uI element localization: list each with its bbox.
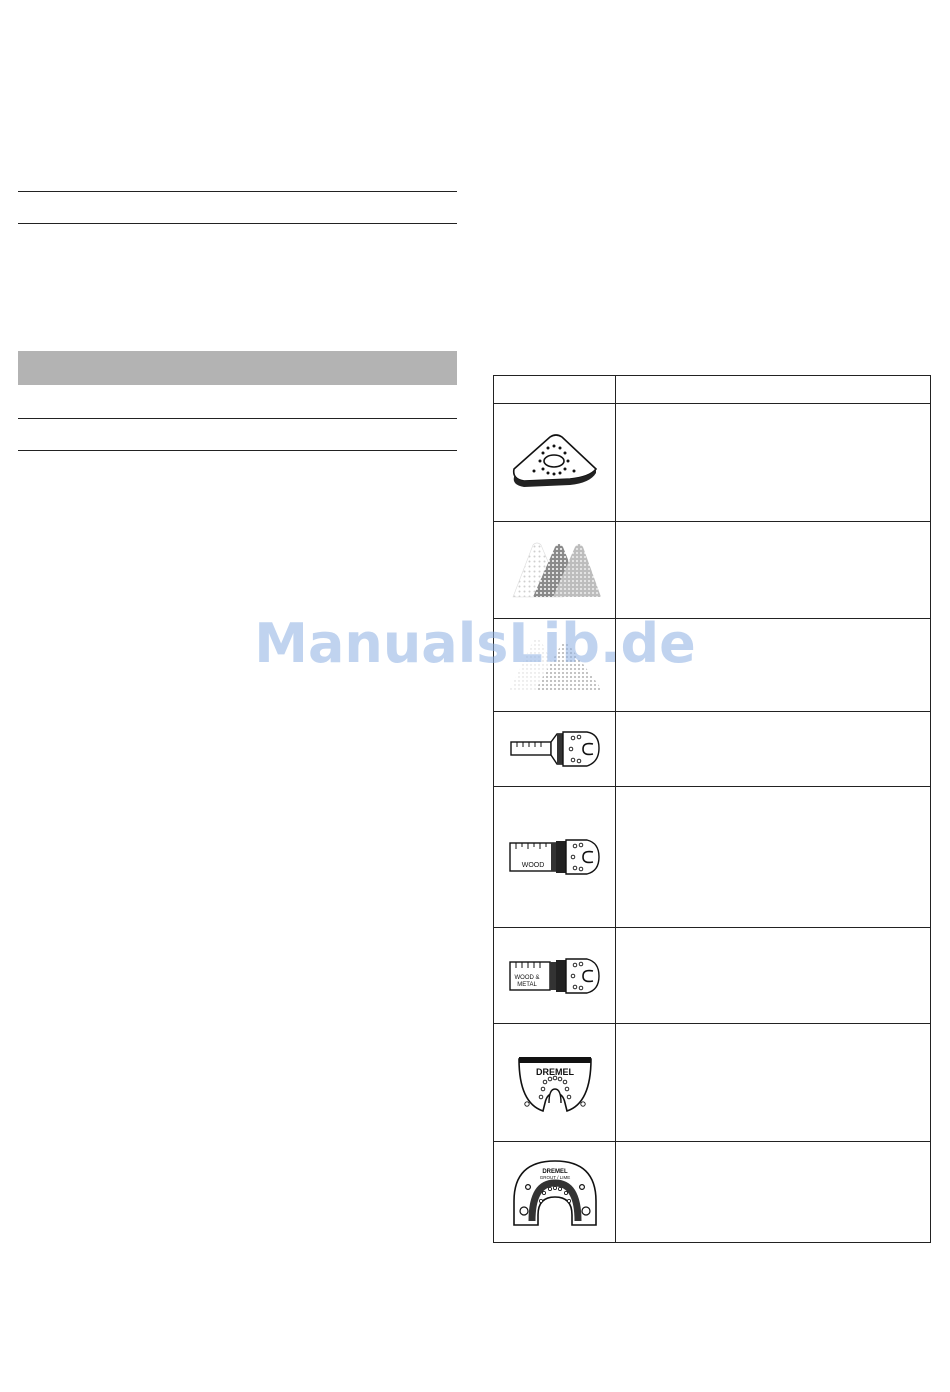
table-cell-image: [493, 711, 616, 787]
sanding-sheets-icon: [512, 542, 601, 598]
table-cell-image: WOOD & METAL: [493, 927, 616, 1024]
dremel-label: DREMEL: [536, 1067, 575, 1077]
wood-metal-label-1: WOOD &: [514, 975, 539, 981]
wood-metal-plunge-blade-icon: WOOD & METAL: [508, 957, 600, 994]
divider-line-2: [18, 223, 457, 224]
table-cell-description: [615, 521, 931, 619]
wood-plunge-blade-icon: WOOD: [508, 839, 600, 875]
wood-label: WOOD: [521, 862, 544, 869]
table-header-description: [615, 375, 931, 404]
table-row: DREMEL GROUT / LIME: [493, 1141, 931, 1243]
table-cell-description: [615, 1141, 931, 1243]
table-cell-description: [615, 711, 931, 787]
table-cell-description: [615, 1023, 931, 1142]
table-cell-description: [615, 403, 931, 522]
table-cell-image: DREMEL GROUT / LIME: [493, 1141, 616, 1243]
table-header-row: [493, 375, 931, 404]
table-row: WOOD: [493, 786, 931, 928]
table-cell-image: WOOD: [493, 786, 616, 928]
narrow-plunge-blade-icon: [509, 731, 600, 767]
table-row: DREMEL: [493, 1023, 931, 1142]
table-cell-image: [493, 521, 616, 619]
divider-line-1: [18, 191, 457, 192]
table-row: [493, 521, 931, 619]
watermark-text: ManualsLib.de: [254, 612, 696, 675]
table-cell-description: [615, 786, 931, 928]
grout-label: GROUT / LIME: [539, 1175, 569, 1180]
accessories-table: WOOD WOOD & METAL DREMEL DREMEL GROUT / …: [493, 375, 931, 1243]
wood-metal-label-2: METAL: [517, 982, 537, 988]
dremel-grout-blade-icon: DREMEL GROUT / LIME: [512, 1160, 597, 1226]
table-cell-description: [615, 927, 931, 1024]
table-cell-image: [493, 403, 616, 522]
divider-line-4: [18, 450, 457, 451]
section-heading-bar: [18, 351, 457, 385]
table-row: WOOD & METAL: [493, 927, 931, 1024]
table-row: [493, 403, 931, 522]
table-cell-image: DREMEL: [493, 1023, 616, 1142]
table-row: [493, 711, 931, 787]
triangle-sanding-pad-icon: [512, 433, 597, 487]
table-header-image: [493, 375, 616, 404]
divider-line-3: [18, 418, 457, 419]
dremel-segment-saw-blade-icon: DREMEL: [517, 1056, 592, 1112]
